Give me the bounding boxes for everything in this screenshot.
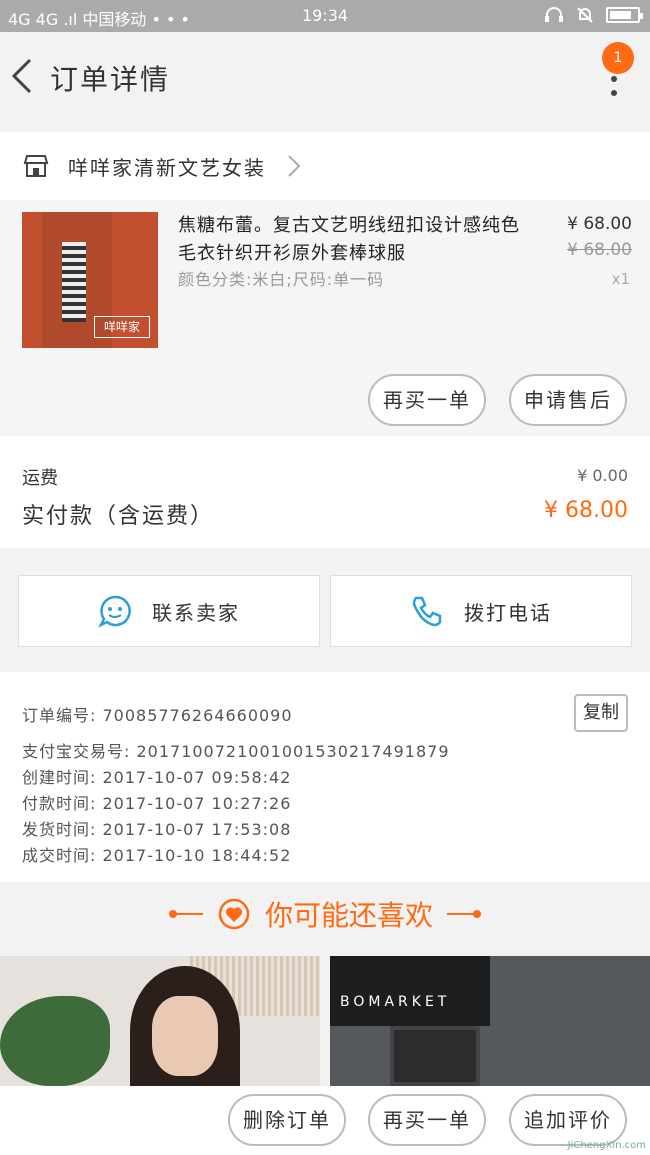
order-info: 订单编号: 70085776264660090 复制 支付宝交易号: 20171…	[0, 672, 650, 882]
product-card[interactable]: 咩咩家 焦糖布蕾。复古文艺明线纽扣设计感纯色毛衣针织开衫原外套棒球服 颜色分类:…	[0, 200, 650, 436]
buy-again-button[interactable]: 再买一单	[368, 374, 486, 426]
back-arrow-icon[interactable]	[8, 56, 38, 96]
evaluate-button[interactable]: 追加评价	[509, 1094, 627, 1146]
after-sale-button[interactable]: 申请售后	[509, 374, 627, 426]
chevron-right-icon	[288, 155, 301, 177]
shipping-value: ¥ 0.00	[577, 466, 628, 485]
mute-bell-icon	[577, 7, 593, 23]
heart-circle-icon	[218, 898, 250, 930]
completed-time: 成交时间: 2017-10-10 18:44:52	[22, 846, 292, 865]
delete-order-button[interactable]: 删除订单	[228, 1094, 346, 1146]
paid-value: ¥ 68.00	[544, 498, 628, 523]
shop-row[interactable]: 咩咩家清新文艺女装	[0, 132, 650, 200]
page-title: 订单详情	[50, 63, 171, 96]
product-price: ¥ 68.00	[567, 214, 632, 234]
phone-icon	[412, 596, 442, 627]
product-image[interactable]: 咩咩家	[22, 212, 158, 348]
contact-seller-button[interactable]: 联系卖家	[18, 575, 320, 647]
message-badge: 1	[602, 42, 634, 74]
battery-icon	[606, 7, 643, 23]
contact-seller-label: 联系卖家	[152, 600, 240, 625]
created-time: 创建时间: 2017-10-07 09:58:42	[22, 768, 292, 787]
order-number: 订单编号: 70085776264660090	[22, 706, 293, 725]
nav-bar: 订单详情 1	[0, 32, 650, 120]
status-icons	[544, 6, 643, 24]
bottom-action-bar: 删除订单 再买一单 追加评价 JiChengXin.com	[0, 1086, 650, 1155]
recommend-title: 你可能还喜欢	[264, 899, 433, 932]
paid-label: 实付款（含运费）	[22, 504, 215, 529]
call-phone-label: 拨打电话	[464, 600, 552, 625]
product-original-price: ¥ 68.00	[567, 240, 632, 260]
recommend-item-1[interactable]	[0, 956, 320, 1086]
fee-summary: 运费 ¥ 0.00 实付款（含运费） ¥ 68.00	[0, 436, 650, 548]
shipped-time: 发货时间: 2017-10-07 17:53:08	[22, 820, 292, 839]
recommend-item-2[interactable]: BOMARKET	[330, 956, 650, 1086]
headset-icon	[545, 7, 563, 22]
product-name: 焦糖布蕾。复古文艺明线纽扣设计感纯色毛衣针织开衫原外套棒球服	[178, 215, 520, 264]
bottom-buy-again-button[interactable]: 再买一单	[368, 1094, 486, 1146]
shop-sign: BOMARKET	[330, 956, 490, 1026]
product-image-logo: 咩咩家	[94, 316, 150, 338]
store-icon	[23, 155, 49, 177]
chat-bubble-icon	[98, 595, 131, 628]
shop-name: 咩咩家清新文艺女装	[68, 155, 266, 180]
shipping-label: 运费	[22, 468, 58, 489]
paid-time: 付款时间: 2017-10-07 10:27:26	[22, 794, 292, 813]
product-attributes: 颜色分类:米白;尺码:单一码	[178, 270, 385, 289]
status-bar: 4G 4G .ıl 中国移动 • • • 19:34	[0, 0, 650, 32]
recommend-header: 你可能还喜欢	[0, 882, 650, 946]
alipay-number: 支付宝交易号: 2017100721001001530217491879	[22, 742, 450, 761]
call-phone-button[interactable]: 拨打电话	[330, 575, 632, 647]
copy-button[interactable]: 复制	[574, 694, 628, 732]
product-quantity: x1	[611, 270, 630, 288]
watermark: JiChengXin.com	[567, 1140, 646, 1151]
